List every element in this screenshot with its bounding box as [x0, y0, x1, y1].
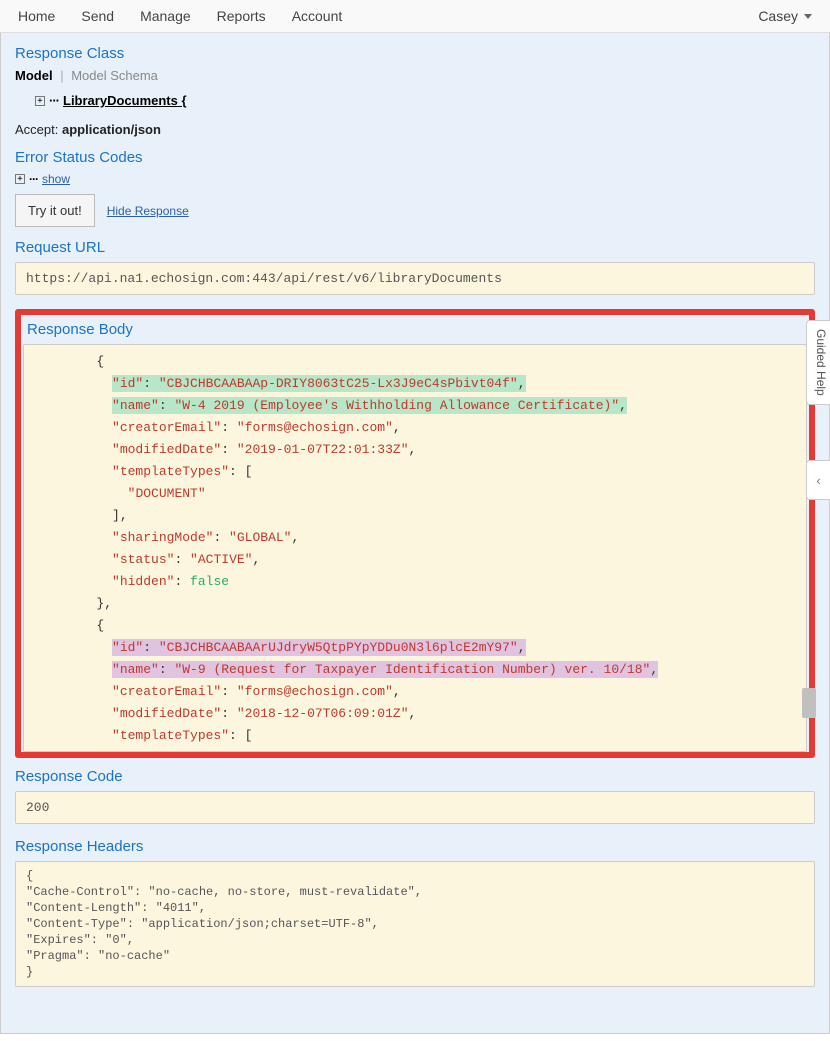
- chevron-down-icon: [804, 14, 812, 19]
- response-body-highlight: Response Body { "id": "CBJCHBCAABAAp-DRI…: [15, 309, 815, 758]
- model-tabs: Model | Model Schema: [15, 68, 815, 83]
- guided-help-tab[interactable]: Guided Help: [806, 320, 830, 405]
- scrollbar-thumb[interactable]: [802, 688, 816, 718]
- nav-send[interactable]: Send: [81, 8, 114, 24]
- tab-model-schema[interactable]: Model Schema: [71, 68, 158, 83]
- nav-reports[interactable]: Reports: [217, 8, 266, 24]
- response-class-title: Response Class: [15, 45, 815, 62]
- error-toggle-row: + ··· show: [15, 172, 815, 186]
- nav-account[interactable]: Account: [292, 8, 343, 24]
- ellipsis-icon: ···: [29, 172, 38, 186]
- model-row[interactable]: + ··· LibraryDocuments {: [35, 93, 815, 108]
- expand-errors-icon[interactable]: +: [15, 174, 25, 184]
- request-url-box: https://api.na1.echosign.com:443/api/res…: [15, 262, 815, 295]
- action-row: Try it out! Hide Response: [15, 194, 815, 227]
- error-status-title: Error Status Codes: [15, 149, 815, 166]
- user-menu[interactable]: Casey: [758, 8, 812, 24]
- nav-home[interactable]: Home: [18, 8, 55, 24]
- chevron-left-icon: ‹: [816, 473, 820, 488]
- top-nav: Home Send Manage Reports Account Casey: [0, 0, 830, 33]
- ellipsis-icon: ···: [49, 93, 59, 108]
- show-errors-link[interactable]: show: [42, 172, 70, 186]
- response-headers-box: { "Cache-Control": "no-cache, no-store, …: [15, 861, 815, 987]
- nav-manage[interactable]: Manage: [140, 8, 191, 24]
- request-url-title: Request URL: [15, 239, 815, 256]
- accept-row: Accept: application/json: [15, 122, 815, 137]
- main-panel: Response Class Model | Model Schema + ··…: [0, 33, 830, 1034]
- user-name: Casey: [758, 8, 798, 24]
- response-headers-title: Response Headers: [15, 838, 815, 855]
- expand-icon[interactable]: +: [35, 96, 45, 106]
- try-it-out-button[interactable]: Try it out!: [15, 194, 95, 227]
- response-code-box: 200: [15, 791, 815, 824]
- guided-help-toggle[interactable]: ‹: [806, 460, 830, 500]
- tab-model[interactable]: Model: [15, 68, 53, 83]
- response-body-title: Response Body: [27, 321, 807, 338]
- response-body-json[interactable]: { "id": "CBJCHBCAABAAp-DRIY8063tC25-Lx3J…: [23, 344, 807, 752]
- response-code-title: Response Code: [15, 768, 815, 785]
- hide-response-link[interactable]: Hide Response: [107, 204, 189, 218]
- model-name: LibraryDocuments {: [63, 93, 187, 108]
